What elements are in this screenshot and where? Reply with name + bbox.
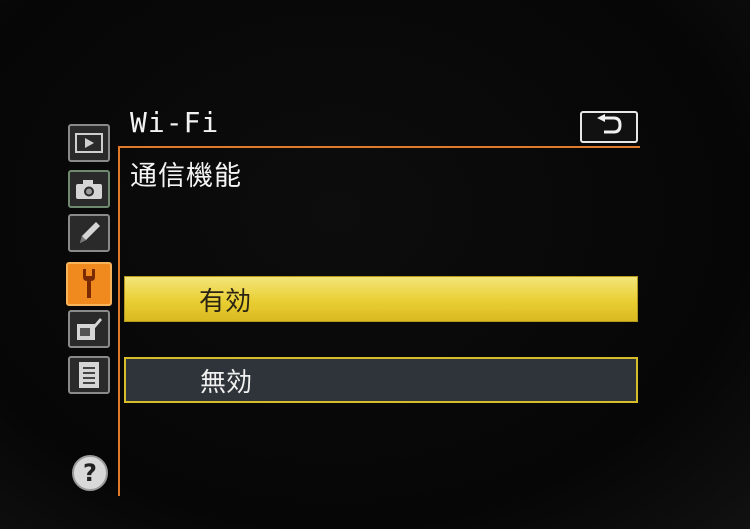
option-disabled[interactable]: 無効	[124, 357, 638, 403]
back-arrow-icon	[594, 114, 624, 140]
my-menu-icon	[74, 359, 104, 391]
wrench-icon	[74, 266, 104, 302]
help-icon: ?	[83, 459, 97, 487]
back-button[interactable]	[580, 111, 638, 143]
pencil-icon	[74, 218, 104, 248]
shooting-tab[interactable]	[68, 170, 110, 208]
menu-title: Wi-Fi	[130, 106, 220, 139]
setup-tab[interactable]	[66, 262, 112, 306]
option-enabled[interactable]: 有効	[124, 276, 638, 322]
custom-settings-tab[interactable]	[68, 214, 110, 252]
option-label: 有効	[199, 286, 252, 317]
retouch-tab[interactable]	[68, 310, 110, 348]
playback-tab[interactable]	[68, 124, 110, 162]
item-title: 通信機能	[130, 161, 242, 192]
retouch-icon	[74, 314, 104, 344]
help-button[interactable]: ?	[72, 455, 108, 491]
camera-menu-screen: ? Wi-Fi 通信機能 有効 無効	[0, 0, 750, 529]
playback-icon	[74, 131, 104, 155]
my-menu-tab[interactable]	[68, 356, 110, 394]
option-label: 無効	[200, 367, 253, 398]
camera-icon	[74, 177, 104, 201]
